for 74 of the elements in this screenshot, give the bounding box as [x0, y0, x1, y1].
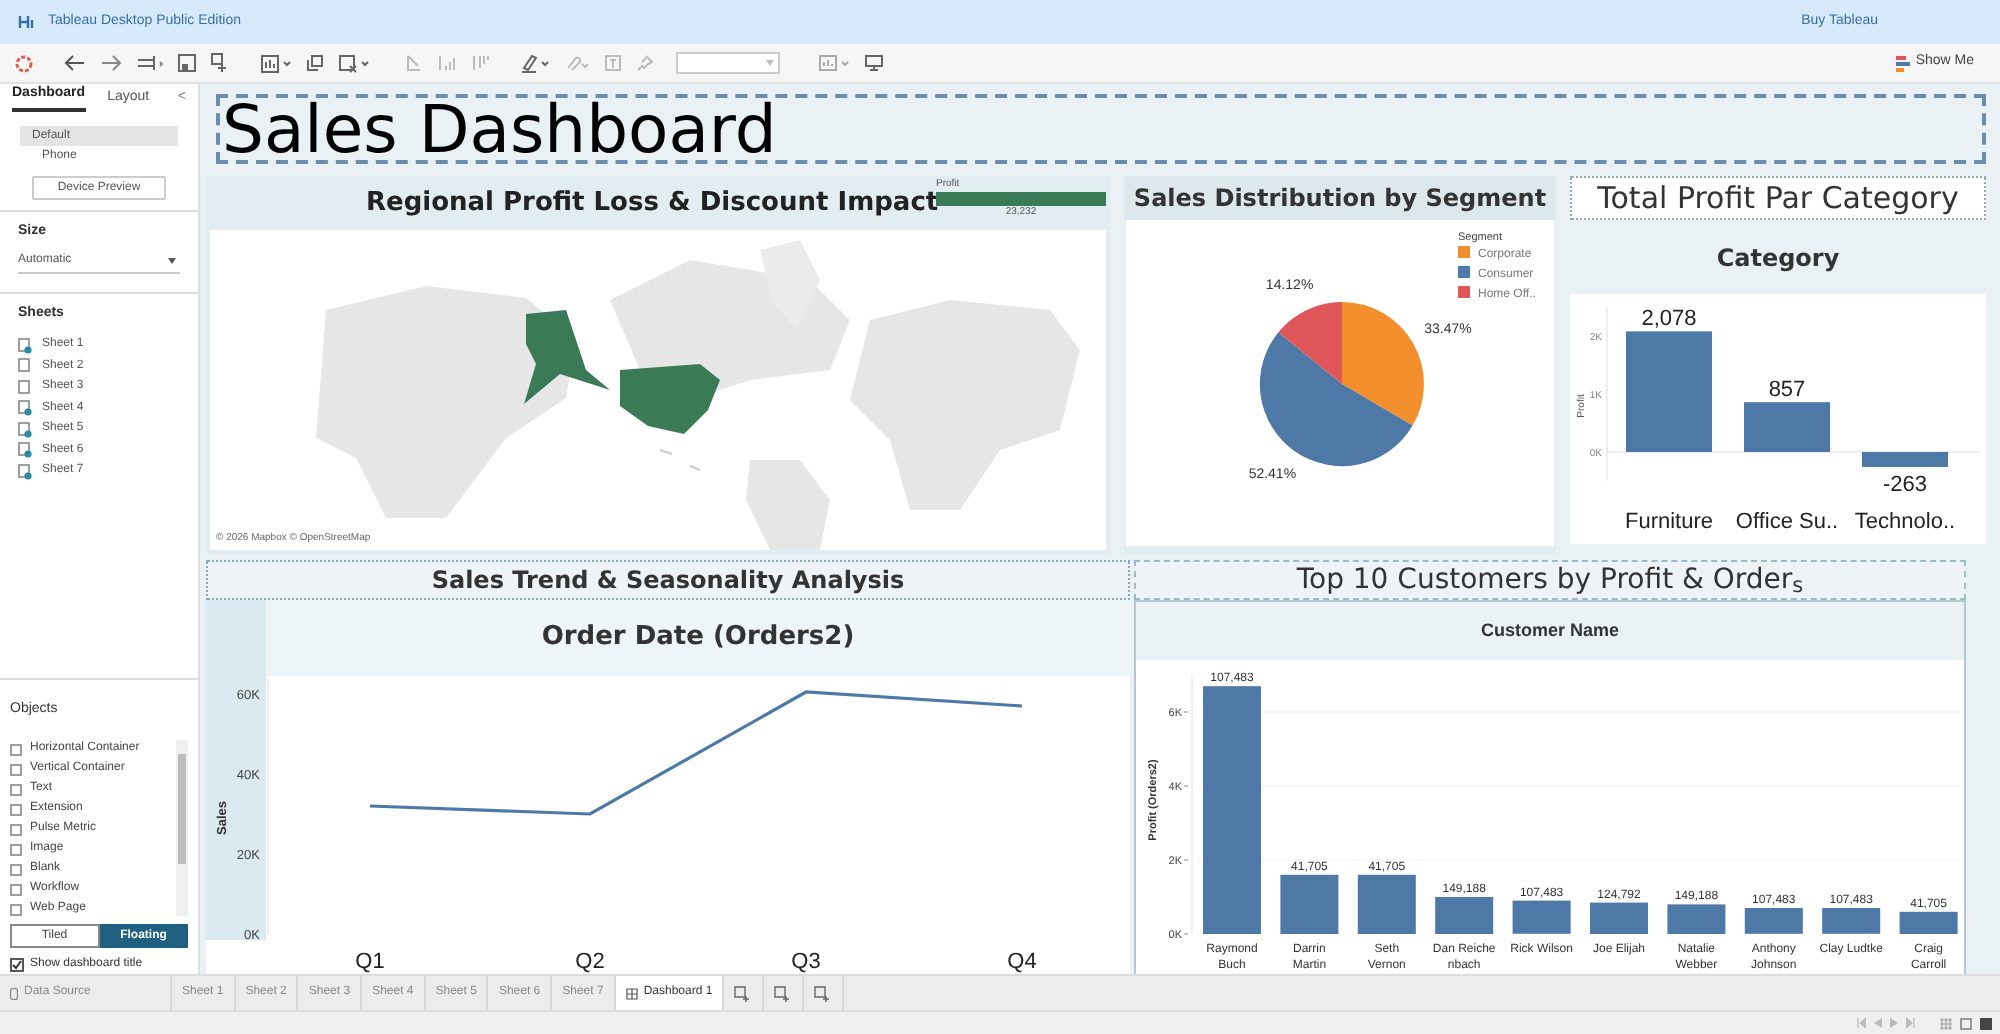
swap-icon[interactable]: [136, 54, 164, 72]
scrollbar[interactable]: [176, 740, 188, 916]
axis-tick-label: Q4: [1007, 950, 1037, 974]
sort-descending-icon[interactable]: [470, 54, 490, 72]
chart-header: Category: [1716, 241, 1840, 275]
bar: [1590, 902, 1648, 934]
sheet-icon: [18, 337, 32, 353]
new-chart-icon[interactable]: [260, 53, 292, 73]
caret-icon: [168, 258, 176, 264]
bar: [1280, 874, 1339, 934]
bar: [1744, 908, 1803, 934]
bar: [1899, 911, 1958, 934]
bar: [1862, 452, 1948, 467]
panel-title: Sales Distribution by Segment: [1124, 176, 1556, 220]
paperclip-icon[interactable]: [564, 53, 590, 73]
category-label: Technolo..: [1854, 510, 1956, 534]
tabs-view-icon[interactable]: [1980, 1017, 1992, 1029]
text-icon[interactable]: [604, 54, 622, 72]
chart-header: Customer Name: [1136, 602, 1964, 660]
checkbox[interactable]: [10, 958, 24, 972]
panel-title: Sales Trend & Seasonality Analysis: [206, 560, 1130, 600]
grid-view-icon[interactable]: [1940, 1017, 1952, 1029]
check-icon: [12, 960, 22, 970]
sort-ascending-icon[interactable]: [436, 54, 456, 72]
app-icon: [18, 14, 36, 30]
highlighter-icon[interactable]: [520, 53, 550, 73]
sheet-icon: [18, 463, 32, 479]
bar: [1357, 874, 1416, 934]
bar: [1667, 904, 1726, 934]
save-icon[interactable]: [178, 54, 196, 72]
new-sheet-icon[interactable]: [210, 52, 230, 74]
panel-title: Total Profit Par Category: [1570, 176, 1986, 220]
new-worksheet-icon[interactable]: [734, 985, 753, 1001]
axis-tick-label: Q1: [355, 950, 385, 974]
legend-swatch: [1458, 286, 1470, 298]
clear-sheet-icon[interactable]: [338, 53, 370, 73]
category-label: Office Su..: [1735, 510, 1839, 534]
new-story-icon[interactable]: [814, 985, 833, 1001]
panel-title: Top 10 Customers by Profit & Order$_{s}$: [1134, 560, 1966, 600]
panel-title: Regional Profit Loss & Discount Impact: [366, 186, 939, 222]
filmstrip-view-icon[interactable]: [1960, 1017, 1972, 1029]
category-label: Furniture: [1624, 510, 1714, 534]
next-page-icon[interactable]: [1890, 1018, 1898, 1028]
sheet-icon: [18, 400, 32, 416]
dashboard-title: Sales Dashboard: [216, 94, 1986, 164]
axis-tick-label: Q3: [791, 950, 821, 974]
forward-arrow-icon[interactable]: [100, 54, 122, 72]
chart-icon[interactable]: [818, 54, 850, 72]
bar: [1512, 900, 1571, 934]
bar: [1435, 897, 1494, 934]
bar: [1744, 402, 1830, 452]
bar-value-label: 2,078: [1641, 307, 1697, 332]
sheet-icon: [18, 442, 32, 458]
dashboard-icon: [625, 987, 638, 999]
show-me-icon: [1895, 55, 1910, 71]
first-page-icon[interactable]: [1856, 1018, 1866, 1028]
bar-value-label: -263: [1882, 473, 1928, 497]
duplicate-icon[interactable]: [306, 54, 324, 72]
previous-page-icon[interactable]: [1874, 1018, 1882, 1028]
new-dashboard-icon[interactable]: [774, 985, 793, 1001]
bar: [1626, 331, 1712, 452]
sheet-icon: [18, 421, 32, 437]
bar: [1822, 908, 1881, 934]
legend-swatch: [1458, 266, 1470, 278]
presentation-icon[interactable]: [864, 54, 884, 72]
caret-icon: [766, 60, 774, 66]
last-page-icon[interactable]: [1906, 1018, 1916, 1028]
bar-value-label: 857: [1768, 378, 1806, 403]
database-icon: [10, 987, 18, 999]
legend-swatch: [1458, 246, 1470, 258]
chart-header: Order Date (Orders2): [266, 600, 1130, 676]
logo-icon[interactable]: [14, 53, 34, 73]
back-arrow-icon[interactable]: [64, 54, 86, 72]
axis-tick-label: Q2: [575, 950, 605, 974]
